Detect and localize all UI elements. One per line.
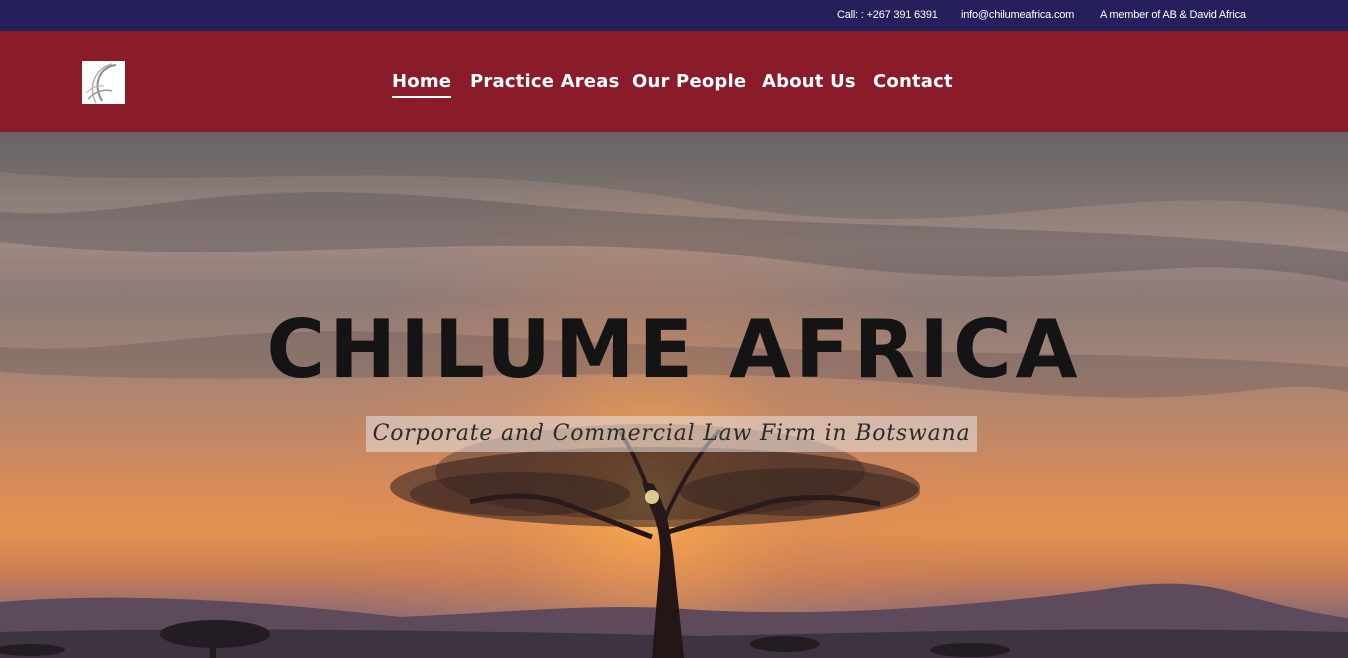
nav-item-contact[interactable]: Contact (873, 71, 953, 96)
site-header: Home Practice Areas Our People About Us … (0, 31, 1348, 132)
phone-link[interactable]: Call: : +267 391 6391 (837, 9, 938, 21)
hero-subtitle: Corporate and Commercial Law Firm in Bot… (366, 416, 977, 452)
nav-item-our-people[interactable]: Our People (632, 71, 746, 96)
nav-item-practice-areas[interactable]: Practice Areas (470, 71, 619, 96)
email-link[interactable]: info@chilumeafrica.com (961, 9, 1074, 21)
member-link[interactable]: A member of AB & David Africa (1100, 9, 1246, 21)
top-info-bar: Call: : +267 391 6391 info@chilumeafrica… (0, 0, 1348, 31)
nav-item-about-us[interactable]: About Us (762, 71, 856, 96)
main-navigation: Home Practice Areas Our People About Us … (0, 71, 1348, 101)
hero-banner: CHILUME AFRICA Corporate and Commercial … (0, 132, 1348, 658)
nav-item-home[interactable]: Home (392, 71, 452, 98)
hero-title: CHILUME AFRICA (266, 303, 1082, 396)
